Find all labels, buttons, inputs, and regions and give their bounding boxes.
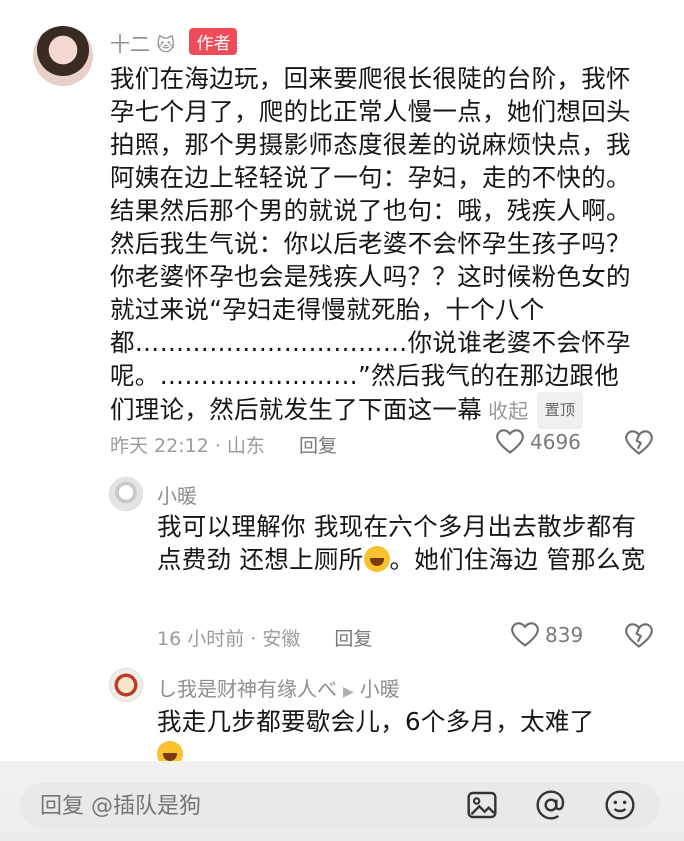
time-location: 16 小时前 · 安徽 bbox=[157, 628, 301, 650]
comment-body: 我走几步都要歇会儿，6个多月，太难了 bbox=[157, 707, 595, 736]
comment-body: 我们在海边玩，回来要爬很长很陡的台阶，我怀孕七个月了，爬的比正常人慢一点，她们想… bbox=[110, 64, 631, 424]
heart-icon bbox=[511, 622, 539, 647]
username[interactable]: し我是财神有缘人べ ▶ 小暖 bbox=[157, 673, 400, 702]
heart-icon bbox=[496, 429, 524, 454]
comment-text: 我可以理解你 我现在六个多月出去散步都有点费劲 还想上厕所 。她们住海边 管那么宽 bbox=[157, 510, 647, 576]
reply-to-name[interactable]: 小暖 bbox=[360, 677, 400, 701]
comment-text: 我们在海边玩，回来要爬很长很陡的台阶，我怀孕七个月了，爬的比正常人慢一点，她们想… bbox=[110, 62, 640, 429]
pinned-badge: 置顶 bbox=[536, 392, 584, 429]
like-button[interactable]: 839 bbox=[511, 622, 583, 648]
avatar[interactable] bbox=[33, 26, 93, 86]
time-location: 昨天 22:12 · 山东 bbox=[110, 435, 265, 457]
emoji-icon[interactable] bbox=[604, 789, 636, 821]
reply-arrow-icon: ▶ bbox=[343, 684, 354, 700]
cat-emoji-icon: 🐱 bbox=[156, 35, 176, 56]
comment-meta: 16 小时前 · 安徽 回复 bbox=[157, 624, 372, 651]
image-icon[interactable] bbox=[466, 789, 498, 821]
collapse-link[interactable]: 收起 bbox=[488, 399, 529, 423]
like-count: 839 bbox=[545, 623, 584, 647]
avatar[interactable] bbox=[109, 477, 143, 511]
reply-button[interactable]: 回复 bbox=[334, 628, 372, 650]
avatar[interactable] bbox=[109, 668, 143, 702]
comment-body-cont: 。她们住海边 管那么宽 bbox=[389, 545, 646, 574]
broken-heart-icon[interactable] bbox=[625, 623, 653, 649]
broken-heart-icon[interactable] bbox=[625, 430, 653, 456]
username[interactable]: 十二 🐱 作者 bbox=[110, 28, 238, 57]
username-text: 十二 bbox=[110, 32, 150, 56]
like-count: 4696 bbox=[530, 430, 581, 454]
username-text: し我是财神有缘人べ bbox=[157, 677, 337, 701]
reply-button[interactable]: 回复 bbox=[299, 435, 337, 457]
reply-input[interactable] bbox=[38, 792, 442, 820]
main-comment: 十二 🐱 作者 我们在海边玩，回来要爬很长很陡的台阶，我怀孕七个月了，爬的比正常… bbox=[0, 0, 684, 470]
comment-meta: 昨天 22:12 · 山东 回复 bbox=[110, 431, 337, 458]
laughing-emoji-icon bbox=[363, 546, 390, 572]
at-icon[interactable] bbox=[535, 789, 567, 821]
author-badge: 作者 bbox=[189, 28, 238, 55]
bottom-reply-bar bbox=[0, 761, 684, 841]
reply-comment: 小暖 我可以理解你 我现在六个多月出去散步都有点费劲 还想上厕所 。她们住海边 管… bbox=[0, 470, 684, 660]
like-button[interactable]: 4696 bbox=[496, 429, 581, 455]
username[interactable]: 小暖 bbox=[157, 480, 197, 509]
